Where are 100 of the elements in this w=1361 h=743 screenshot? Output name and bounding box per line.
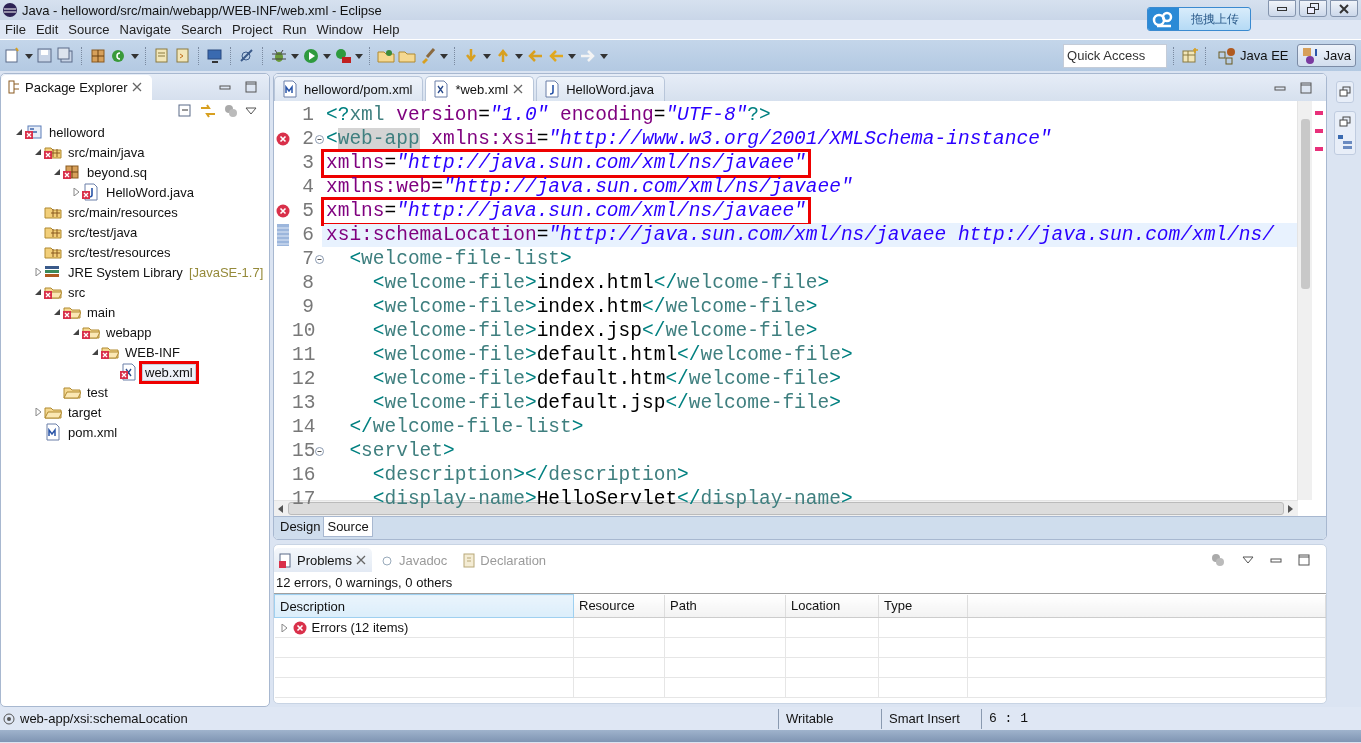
column-header[interactable]: Description [274,594,574,618]
close-button[interactable] [1330,0,1358,17]
collapse-all-icon[interactable] [177,103,193,119]
expander-icon[interactable] [53,308,61,316]
tree-item[interactable]: WEB-INF [123,344,182,360]
caret-icon[interactable] [291,51,299,60]
tree-item[interactable]: webapp [104,324,154,340]
save-all-icon[interactable] [57,46,75,65]
view-menu-icon[interactable] [1242,555,1254,565]
code-line: <welcome-file>index.html</welcome-file> [371,271,831,295]
column-header[interactable]: Location [785,594,879,618]
tree-item[interactable]: HelloWord.java [104,184,196,200]
menu-item[interactable]: Help [367,22,405,37]
tree-item[interactable]: test [85,384,110,400]
caret-icon[interactable] [515,51,523,60]
minimize-icon [1277,6,1287,11]
restore-icon[interactable] [1339,116,1351,128]
open-perspective-icon[interactable] [1181,46,1200,65]
collapse-icon[interactable] [314,254,324,264]
tree-item[interactable]: target [66,404,104,420]
expander-icon[interactable] [72,328,80,336]
run-tool-icon[interactable] [334,46,352,65]
restore-icon[interactable] [1339,86,1351,98]
menu-item[interactable]: File [0,22,31,37]
caret-icon[interactable] [483,51,491,60]
menu-item[interactable]: Navigate [114,22,176,37]
menu-item[interactable]: Source [63,22,115,37]
editor-tab[interactable]: HelloWord.java [536,76,666,101]
view-tab[interactable]: Package Explorer [1,74,152,100]
outline-icon[interactable] [1337,134,1353,150]
tree-item[interactable]: src [66,284,88,300]
xml-icon [432,80,451,98]
editor-tab[interactable]: helloword/pom.xml [274,76,424,101]
perspective-button[interactable]: Java EE [1213,44,1294,67]
column-header[interactable]: Resource [573,594,665,618]
monitor-icon[interactable] [206,46,224,65]
menu-item[interactable]: Search [175,22,228,37]
play-icon[interactable] [302,46,320,65]
package-icon[interactable] [89,46,107,65]
code-line: <welcome-file>default.htm</welcome-file> [371,367,842,391]
collapse-icon[interactable] [314,446,324,456]
maximize-icon[interactable] [1298,554,1310,566]
expander-icon[interactable] [15,128,23,136]
expander-icon[interactable] [34,148,42,156]
tree-item[interactable]: JRE System Library [66,264,185,280]
caret-icon[interactable] [568,51,576,60]
tree-item[interactable]: src/main/resources [66,204,180,220]
editor-tab[interactable]: *web.xml [425,76,535,101]
caret-icon[interactable] [355,51,363,60]
tree-item[interactable]: pom.xml [66,424,120,440]
minimize-button[interactable] [1268,0,1296,17]
tree-item[interactable]: web.xml [142,363,196,381]
editor-mode-tab[interactable]: Source [323,517,373,537]
search-field[interactable]: Quick Access [1063,43,1168,68]
view-tab[interactable]: Problems [274,548,372,572]
expander-icon[interactable] [91,348,99,356]
perspective-button[interactable]: Java [1296,44,1356,67]
collapse-icon[interactable] [314,134,324,144]
caret-icon[interactable] [600,51,608,60]
editor-mode-tab[interactable]: Design [277,517,324,536]
expander-icon[interactable] [53,168,61,176]
scrollbar-thumb[interactable] [1300,119,1310,289]
tree-item[interactable]: helloword [47,124,107,140]
maximize-icon[interactable] [1300,81,1312,94]
menu-item[interactable]: Window [311,22,368,37]
document-icon[interactable] [174,46,192,65]
cursor-position: 6 : 1 [981,708,1028,729]
expander-icon[interactable] [34,288,42,296]
caret-icon[interactable] [440,51,448,60]
status-text: Writable [778,708,881,729]
maximize-icon[interactable] [245,81,257,93]
tree-item[interactable]: src/test/java [66,224,140,240]
line-number: 10 [292,320,314,342]
upload-button[interactable]: 拖拽上传 [1147,7,1251,31]
column-header[interactable]: Type [878,594,968,618]
code-line: xmlns="http://java.sun.com/xml/ns/javaee" [324,199,808,223]
close-icon[interactable] [131,82,142,92]
tree-item[interactable]: main [85,304,118,320]
error-icon [292,620,307,635]
scroll-right-icon[interactable] [1288,504,1294,513]
close-icon[interactable] [355,555,366,565]
tree-item[interactable]: Errors (12 items) [311,620,409,635]
caret-icon[interactable] [25,51,33,60]
scroll-left-icon[interactable] [278,504,284,513]
tree-item[interactable]: src/main/java [66,144,147,160]
restore-button[interactable] [1299,0,1327,17]
menu-item[interactable]: Project [227,22,278,37]
code-line: <welcome-file>default.html</welcome-file> [371,343,854,367]
menu-item[interactable]: Edit [30,22,64,37]
caret-icon[interactable] [131,51,139,60]
column-header[interactable]: Path [664,594,786,618]
java-icon [543,80,562,98]
menu-item[interactable]: Run [277,22,312,37]
line-number: 12 [292,368,314,390]
tree-item[interactable]: beyond.sq [85,164,149,180]
close-icon[interactable] [513,84,524,94]
code-line: <?xml version="1.0" encoding="UTF-8"?> [325,103,772,127]
caret-icon[interactable] [323,51,331,60]
tree-item[interactable]: src/test/resources [66,244,173,260]
view-menu-icon[interactable] [245,106,257,116]
